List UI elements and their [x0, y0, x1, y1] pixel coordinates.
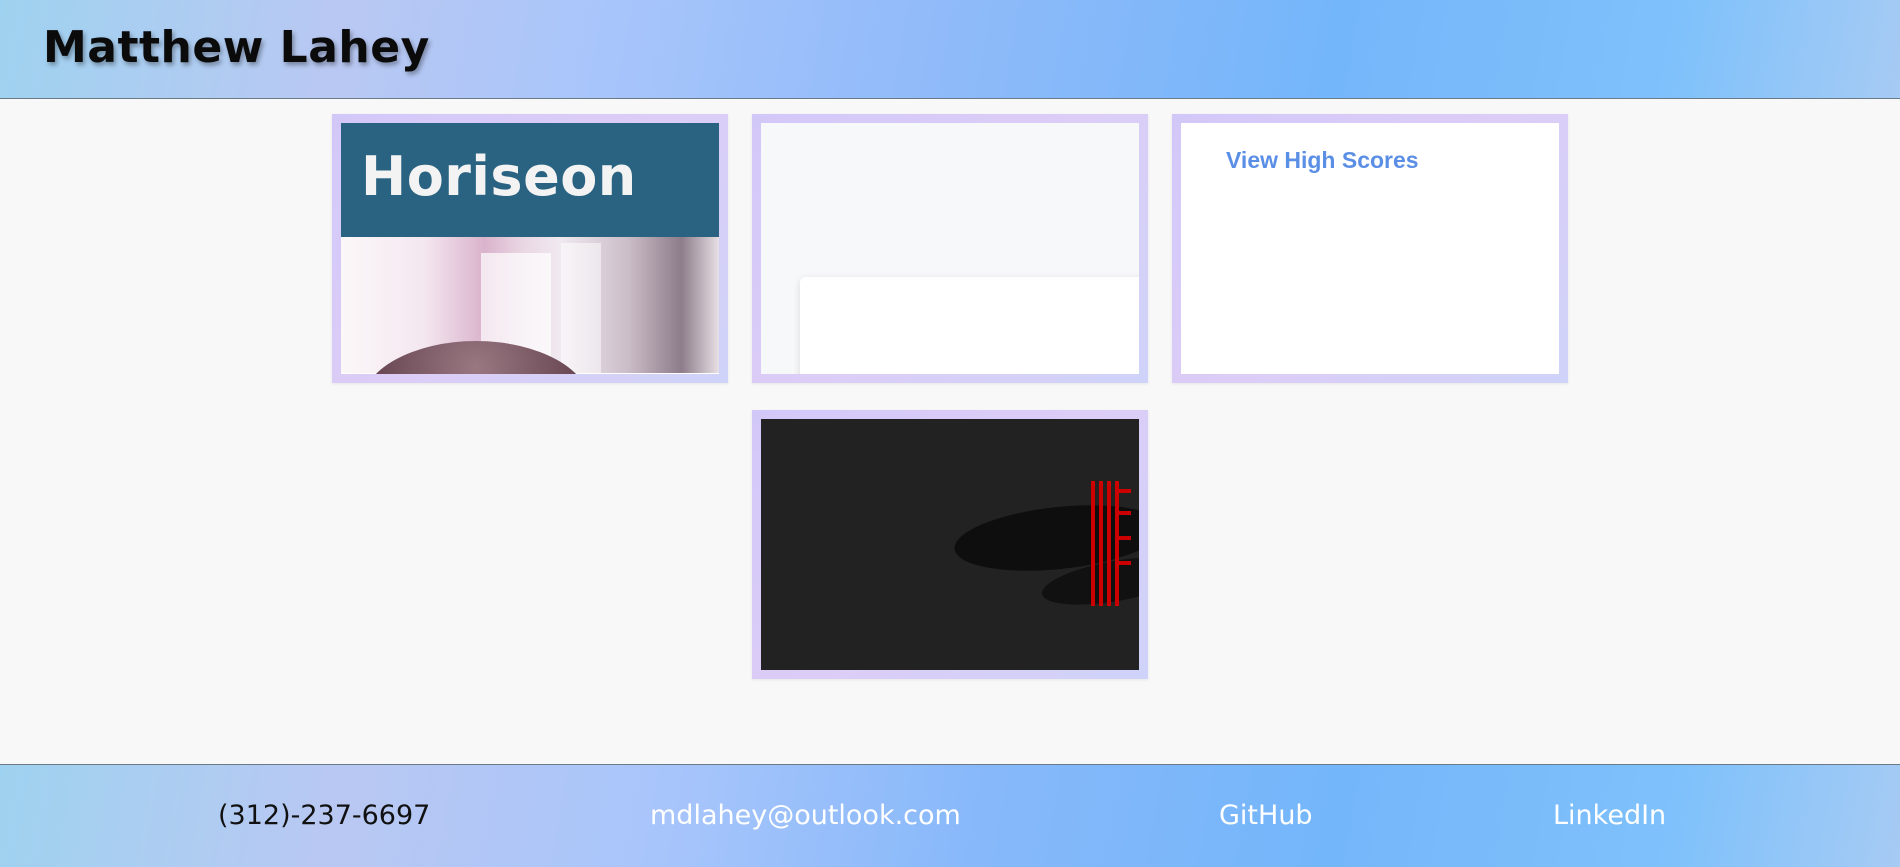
project-card-quiz[interactable]: View High Scores	[1172, 114, 1568, 383]
view-high-scores-link: View High Scores	[1226, 147, 1419, 173]
project-card-4[interactable]	[752, 410, 1148, 679]
preview-panel	[800, 277, 1139, 374]
phone-link[interactable]: (312)-237-6697	[218, 799, 430, 833]
horiseon-logo: Horiseon	[361, 145, 637, 208]
linkedin-link[interactable]: LinkedIn	[1553, 799, 1666, 833]
project-thumbnail	[761, 123, 1139, 374]
project-thumbnail	[761, 419, 1139, 670]
site-footer: (312)-237-6697 mdlahey@outlook.com GitHu…	[0, 764, 1900, 867]
github-link[interactable]: GitHub	[1219, 799, 1313, 833]
email-link[interactable]: mdlahey@outlook.com	[650, 799, 961, 833]
site-header: Matthew Lahey	[0, 0, 1900, 99]
project-card-2[interactable]	[752, 114, 1148, 383]
project-thumbnail: Horiseon	[341, 123, 719, 374]
project-card-horiseon[interactable]: Horiseon	[332, 114, 728, 383]
site-title: Matthew Lahey	[43, 22, 430, 73]
red-stripes-icon	[1091, 481, 1131, 606]
project-thumbnail: View High Scores	[1181, 123, 1559, 374]
